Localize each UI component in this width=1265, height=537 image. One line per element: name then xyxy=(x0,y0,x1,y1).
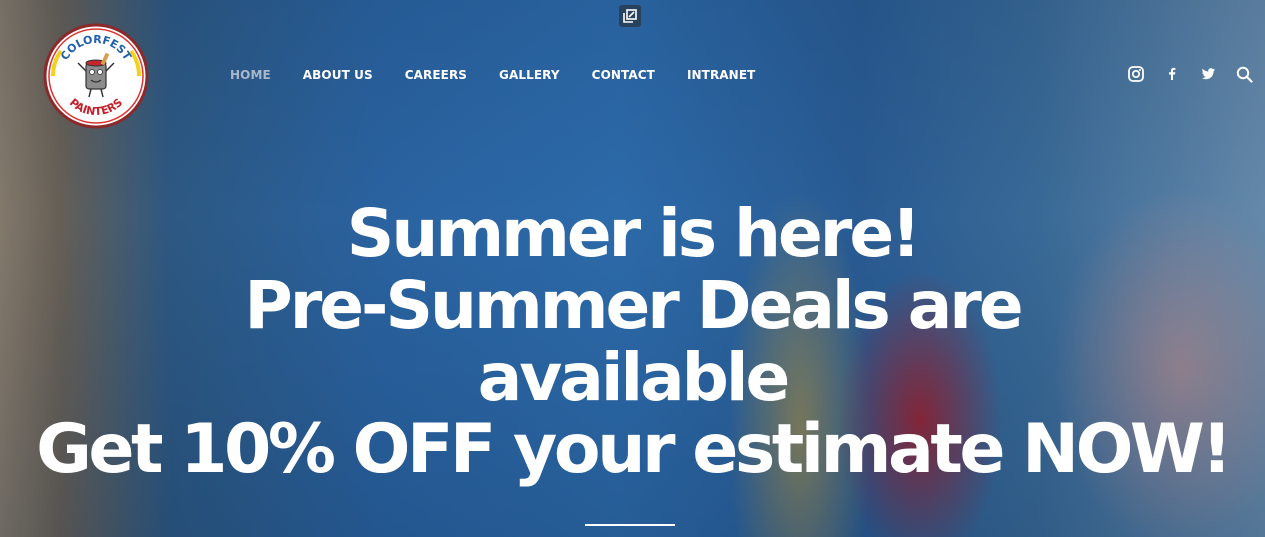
popout-button[interactable] xyxy=(619,5,641,27)
hero-line-3: available xyxy=(477,339,791,416)
hero-divider xyxy=(585,524,675,526)
nav-item-home[interactable]: HOME xyxy=(230,66,271,84)
search-icon[interactable] xyxy=(1235,64,1253,84)
hero-headline: Summer is here! Pre-Summer Deals are ava… xyxy=(0,198,1265,486)
facebook-icon[interactable] xyxy=(1163,64,1181,84)
popout-icon xyxy=(623,9,637,23)
main-nav: HOME ABOUT US CAREERS GALLERY CONTACT IN… xyxy=(230,66,787,84)
twitter-icon[interactable] xyxy=(1199,64,1217,84)
instagram-icon[interactable] xyxy=(1127,64,1145,84)
hero-line-4: Get 10% OFF your estimate NOW! xyxy=(36,410,1232,489)
nav-item-careers[interactable]: CAREERS xyxy=(405,66,467,84)
hero-banner: COLORFEST PAINTERS HOME ABOUT US CAREERS xyxy=(0,0,1265,537)
nav-item-intranet[interactable]: INTRANET xyxy=(687,66,755,84)
colorfest-logo[interactable]: COLORFEST PAINTERS xyxy=(43,23,149,129)
hero-line-1: Summer is here! xyxy=(346,195,921,272)
nav-item-about-us[interactable]: ABOUT US xyxy=(303,66,373,84)
nav-item-gallery[interactable]: GALLERY xyxy=(499,66,560,84)
hero-line-2: Pre-Summer Deals are xyxy=(244,267,1023,344)
social-links xyxy=(1127,64,1253,84)
nav-item-contact[interactable]: CONTACT xyxy=(592,66,655,84)
